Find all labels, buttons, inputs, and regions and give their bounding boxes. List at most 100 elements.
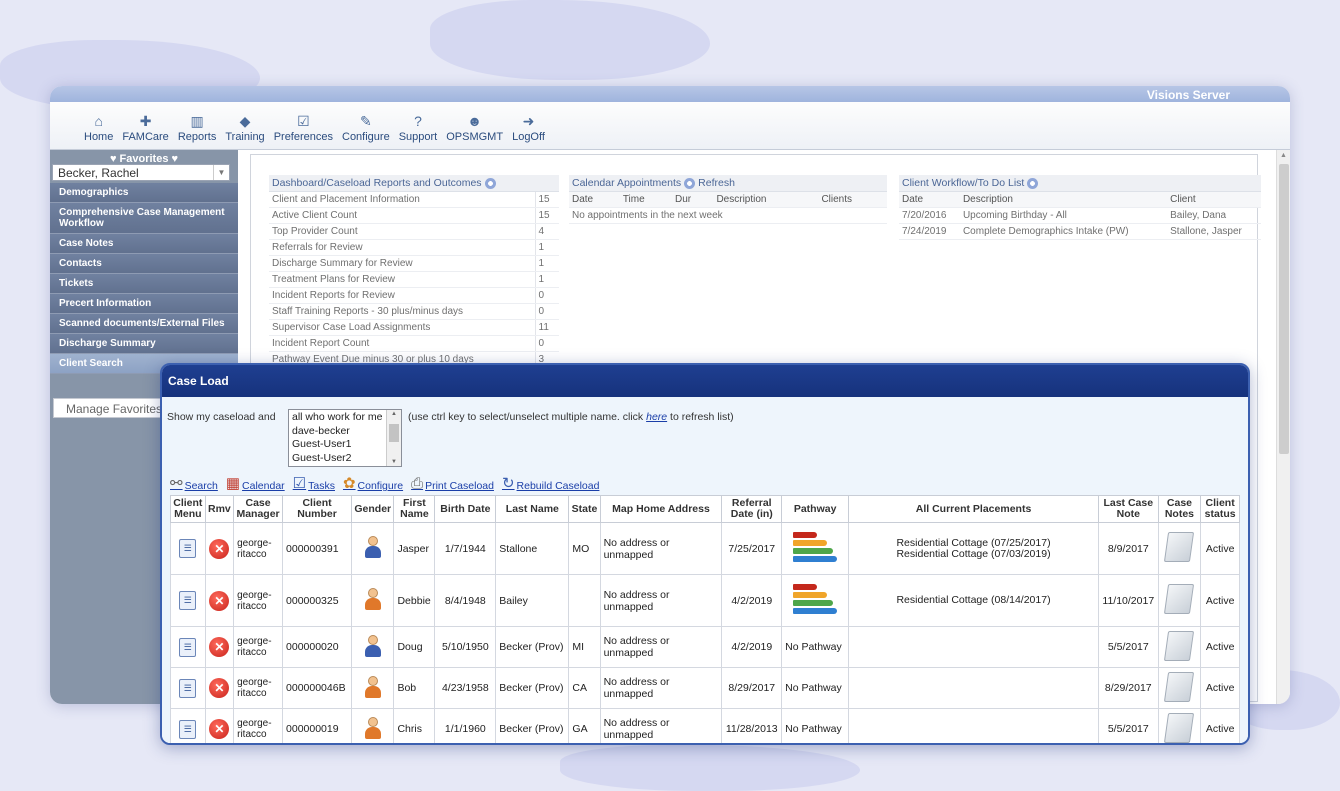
client-menu-icon[interactable]: ☰ xyxy=(179,539,197,558)
sidebar-item-tickets[interactable]: Tickets xyxy=(50,274,238,294)
chevron-down-icon[interactable]: ▼ xyxy=(213,165,229,180)
scroll-down-icon[interactable]: ▼ xyxy=(391,459,397,465)
toolbar-opsmgmt[interactable]: ☻ OPSMGMT xyxy=(446,111,503,149)
multiselect-scrollbar[interactable]: ▲ ▼ xyxy=(386,410,401,466)
column-header[interactable]: Case Notes xyxy=(1157,495,1202,523)
column-header[interactable]: Client Menu xyxy=(170,495,206,523)
sidebar-item-contacts[interactable]: Contacts xyxy=(50,254,238,274)
case-notes-icon[interactable] xyxy=(1164,584,1195,614)
column-header[interactable]: First Name xyxy=(393,495,436,523)
column-header[interactable]: Last Case Note xyxy=(1097,495,1159,523)
configure-action[interactable]: ✿ Configure xyxy=(343,474,403,492)
print-caseload-action[interactable]: ⎙ Print Caseload xyxy=(411,475,494,492)
toolbar-preferences[interactable]: ☑ Preferences xyxy=(274,111,333,149)
case-notes-icon[interactable] xyxy=(1164,712,1195,743)
toolbar-logoff[interactable]: ➜ LogOff xyxy=(512,111,545,149)
dashboard-row[interactable]: Treatment Plans for Review 1 xyxy=(269,271,559,288)
calendar-action[interactable]: ▦ Calendar xyxy=(226,474,285,492)
column-header[interactable]: Last Name xyxy=(495,495,570,523)
toolbar-configure[interactable]: ✎ Configure xyxy=(342,111,390,149)
column-header[interactable]: Gender xyxy=(351,495,395,523)
main-scrollbar[interactable]: ▲ xyxy=(1276,150,1290,704)
todo-row[interactable]: 7/20/2016 Upcoming Birthday - All Bailey, … xyxy=(899,207,1261,224)
remove-icon[interactable]: ✕ xyxy=(209,590,230,611)
sidebar-item-comprehensive-case-management-workflow[interactable]: Comprehensive Case Management Workflow xyxy=(50,203,238,234)
column-header[interactable]: Map Home Address xyxy=(599,495,723,523)
remove-icon[interactable]: ✕ xyxy=(209,678,230,698)
refresh-icon[interactable] xyxy=(684,177,696,189)
tasks-action[interactable]: ☑ Tasks xyxy=(293,474,335,492)
case-notes-icon[interactable] xyxy=(1164,671,1195,702)
dashboard-row[interactable]: Active Client Count 15 xyxy=(269,207,559,224)
column-header[interactable]: State xyxy=(568,495,601,523)
toolbar-home[interactable]: ⌂ Home xyxy=(84,111,113,149)
sidebar-item-discharge-summary[interactable]: Discharge Summary xyxy=(50,334,238,354)
sidebar-item-scanned-documents-external-files[interactable]: Scanned documents/External Files xyxy=(50,314,238,334)
client-select[interactable]: Becker, Rachel ▼ xyxy=(52,164,230,181)
scroll-up-icon[interactable]: ▲ xyxy=(391,411,397,417)
pathway-chart-icon[interactable] xyxy=(791,580,839,618)
case-notes-icon[interactable] xyxy=(1164,630,1195,661)
caseload-multiselect[interactable]: all who work for me dave-becker Guest-Us… xyxy=(288,409,402,467)
refresh-link[interactable]: Refresh xyxy=(698,177,735,189)
dashboard-row[interactable]: Incident Report Count 0 xyxy=(269,335,559,352)
column-header[interactable]: Referral Date (in) xyxy=(721,495,783,523)
dashboard-row[interactable]: Referrals for Review 1 xyxy=(269,239,559,256)
dashboard-row[interactable]: Discharge Summary for Review 1 xyxy=(269,255,559,272)
scroll-up-icon[interactable]: ▲ xyxy=(1280,152,1287,159)
toolbar-famcare[interactable]: ✚ FAMCare xyxy=(122,111,168,149)
rebuild-caseload-action[interactable]: ↻ Rebuild Caseload xyxy=(502,474,599,492)
table-row[interactable]: ☰ ✕ george-ritacco 000000325 Debbie 8/4/1948 B… xyxy=(170,574,1240,627)
sidebar-item-case-notes[interactable]: Case Notes xyxy=(50,234,238,254)
todo-row[interactable]: 7/24/2019 Complete Demographics Intake (P… xyxy=(899,223,1261,240)
table-row[interactable]: ☰ ✕ george-ritacco 000000046B Bob 4/23/1958 Be… xyxy=(170,667,1240,709)
dashboard-row[interactable]: Staff Training Reports - 30 plus/minus d… xyxy=(269,303,559,320)
gender-cell xyxy=(351,626,395,668)
column-header[interactable]: Rmv xyxy=(204,495,235,523)
toolbar-label: FAMCare xyxy=(122,131,169,143)
toolbar-training[interactable]: ◆ Training xyxy=(225,111,264,149)
dashboard-row[interactable]: Incident Reports for Review 0 xyxy=(269,287,559,304)
remove-icon[interactable]: ✕ xyxy=(209,538,230,559)
caseload-option[interactable]: dave-becker xyxy=(292,425,386,439)
toolbar-support[interactable]: ? Support xyxy=(399,111,438,149)
remove-icon[interactable]: ✕ xyxy=(209,637,230,657)
dashboard-row-value: 11 xyxy=(534,319,559,336)
refresh-list-link[interactable]: here xyxy=(646,411,667,423)
client-menu-icon[interactable]: ☰ xyxy=(179,719,197,739)
dashboard-row[interactable]: Supervisor Case Load Assignments 11 xyxy=(269,319,559,336)
gear-icon[interactable] xyxy=(1027,177,1039,189)
table-row[interactable]: ☰ ✕ george-ritacco 000000391 Jasper 1/7/1944 S… xyxy=(170,522,1240,575)
column-header[interactable]: Pathway xyxy=(781,495,850,523)
sidebar-item-demographics[interactable]: Demographics xyxy=(50,183,238,203)
search-action[interactable]: ⚯ Search xyxy=(170,474,218,492)
column-header[interactable]: Client status xyxy=(1200,495,1240,523)
column-header[interactable]: Birth Date xyxy=(434,495,497,523)
caseload-option[interactable]: Guest-User1 xyxy=(292,438,386,452)
client-menu-icon[interactable]: ☰ xyxy=(179,637,197,657)
case-notes-cell xyxy=(1157,667,1202,709)
sidebar-item-precert-information[interactable]: Precert Information xyxy=(50,294,238,314)
placement: Residential Cottage (07/25/2017) xyxy=(896,536,1051,549)
case-notes-icon[interactable] xyxy=(1164,532,1195,562)
dashboard-row[interactable]: Client and Placement Information 15 xyxy=(269,192,559,208)
remove-icon[interactable]: ✕ xyxy=(209,719,230,739)
last-case-note: 8/9/2017 xyxy=(1097,522,1159,575)
gear-icon[interactable] xyxy=(484,177,496,189)
toolbar-reports[interactable]: ▥ Reports xyxy=(178,111,217,149)
column-header[interactable]: Client Number xyxy=(282,495,353,523)
dashboard-row[interactable]: Top Provider Count 4 xyxy=(269,223,559,240)
client-menu-icon[interactable]: ☰ xyxy=(179,678,197,698)
table-row[interactable]: ☰ ✕ george-ritacco 000000019 Chris 1/1/1960 Be… xyxy=(170,708,1240,743)
caseload-option[interactable]: Guest-User2 xyxy=(292,452,386,466)
scroll-thumb[interactable] xyxy=(1279,164,1289,454)
scroll-thumb[interactable] xyxy=(389,424,399,442)
pathway-chart-icon[interactable] xyxy=(791,528,839,566)
table-row[interactable]: ☰ ✕ george-ritacco 000000020 Doug 5/10/1950 Be… xyxy=(170,626,1240,668)
dashboard-row-label: Discharge Summary for Review xyxy=(269,255,535,272)
caseload-option[interactable]: all who work for me xyxy=(292,411,386,425)
column-header[interactable]: Case Manager xyxy=(233,495,284,523)
column-header[interactable]: All Current Placements xyxy=(848,495,1099,523)
case-notes-cell xyxy=(1157,626,1202,668)
client-menu-icon[interactable]: ☰ xyxy=(179,591,197,610)
